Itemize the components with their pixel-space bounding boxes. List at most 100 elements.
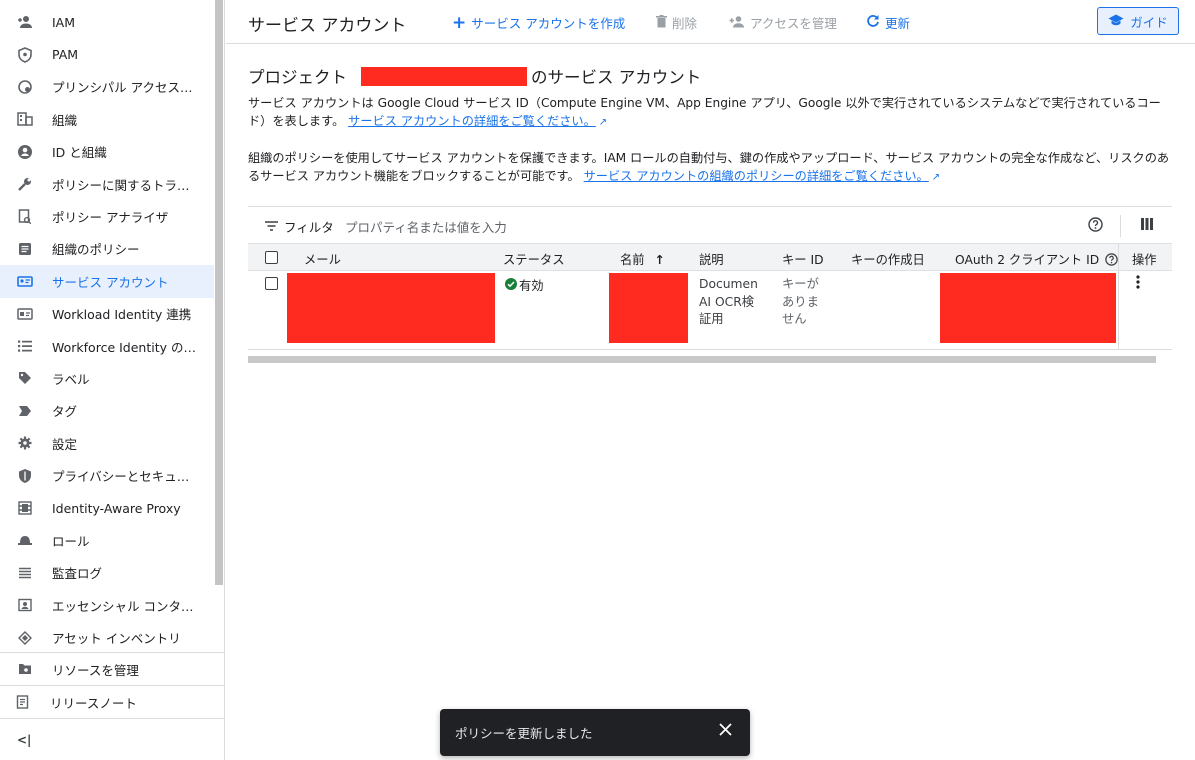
sidebar-item-workload-identity[interactable]: Workload Identity 連携 xyxy=(0,298,214,330)
sidebar-item-policy-analyzer[interactable]: ポリシー アナライザ xyxy=(0,200,214,232)
filter-input[interactable]: プロパティ名または値を入力 xyxy=(345,217,507,236)
page-title: サービス アカウント xyxy=(248,16,407,36)
sidebar-item-label: ポリシー アナライザ xyxy=(52,210,169,226)
create-service-account-button[interactable]: + サービス アカウントを作成 xyxy=(452,13,625,32)
delete-label: 削除 xyxy=(672,16,698,31)
table-header: メール ステータス 名前 ↑ 説明 キー ID キーの作成日 OAuth 2 ク… xyxy=(248,243,1172,271)
manage-access-label: アクセスを管理 xyxy=(750,16,837,31)
column-header-key-id[interactable]: キー ID xyxy=(782,250,824,268)
sidebar-item-id-and-org[interactable]: ID と組織 xyxy=(0,136,214,168)
sidebar-item-label: ロール xyxy=(52,533,90,549)
manage-resources-link[interactable]: リソースを管理 xyxy=(0,652,224,685)
column-header-email[interactable]: メール xyxy=(304,250,341,268)
page-header: サービス アカウント + サービス アカウントを作成 削除 アクセスを管理 更新… xyxy=(226,0,1195,44)
key-id-line: キーが xyxy=(782,277,819,291)
release-notes-link[interactable]: リリースノート xyxy=(0,685,224,718)
sidebar-item-roles[interactable]: ロール xyxy=(0,524,214,556)
trash-icon xyxy=(656,14,667,31)
close-icon[interactable] xyxy=(719,723,732,740)
service-account-details-link[interactable]: サービス アカウントの詳細をご覧ください。 xyxy=(348,114,596,128)
sidebar-item-essential-contacts[interactable]: エッセンシャル コンタ… xyxy=(0,589,214,621)
org-policy-details-link[interactable]: サービス アカウントの組織のポリシーの詳細をご覧ください。 xyxy=(584,169,929,183)
sidebar-item-identity-aware-proxy[interactable]: Identity-Aware Proxy xyxy=(0,492,214,524)
id-card-icon xyxy=(17,306,33,322)
refresh-label: 更新 xyxy=(885,16,911,31)
sidebar-item-label: ID と組織 xyxy=(52,145,107,161)
policy-analyzer-icon xyxy=(17,208,33,225)
sidebar-item-label: サービス アカウント xyxy=(52,274,169,290)
help-icon[interactable] xyxy=(1088,217,1103,236)
label-icon xyxy=(17,370,33,386)
shield-icon xyxy=(17,46,33,63)
wrench-icon xyxy=(17,176,33,192)
sidebar-item-label: PAM xyxy=(52,47,79,63)
sidebar-item-organization[interactable]: 組織 xyxy=(0,103,214,135)
principal-access-icon xyxy=(17,79,33,95)
column-header-key-created[interactable]: キーの作成日 xyxy=(851,250,925,268)
description-paragraph: サービス アカウントは Google Cloud サービス ID（Compute… xyxy=(248,94,1172,132)
building-icon xyxy=(17,111,33,127)
sidebar-scrollbar[interactable] xyxy=(215,0,223,585)
sidebar-item-workforce-identity[interactable]: Workforce Identity の連… xyxy=(0,330,214,362)
sidebar-item-label: 設定 xyxy=(52,436,78,452)
help-icon[interactable] xyxy=(1105,253,1118,269)
refresh-button[interactable]: 更新 xyxy=(866,13,910,32)
redacted-email[interactable] xyxy=(287,273,495,343)
table-horizontal-scrollbar[interactable] xyxy=(248,356,1156,363)
sidebar-item-pam[interactable]: PAM xyxy=(0,38,214,70)
sidebar-item-policy-troubleshooter[interactable]: ポリシーに関するトラ… xyxy=(0,168,214,200)
proxy-icon xyxy=(17,500,33,516)
snackbar-message: ポリシーを更新しました xyxy=(455,726,593,741)
select-all-checkbox[interactable] xyxy=(265,251,278,264)
sidebar-item-iam[interactable]: IAM xyxy=(0,6,214,38)
sidebar-item-label: IAM xyxy=(52,14,76,30)
column-header-oauth-label: OAuth 2 クライアント ID xyxy=(955,253,1100,267)
row-checkbox[interactable] xyxy=(265,277,278,290)
guide-button[interactable]: ガイド xyxy=(1097,7,1179,35)
key-id-line: ありま xyxy=(782,294,819,309)
person-add-icon xyxy=(729,15,745,31)
sidebar-item-labels[interactable]: ラベル xyxy=(0,362,214,394)
column-header-status[interactable]: ステータス xyxy=(503,250,565,268)
description-line: Documen xyxy=(699,277,758,291)
refresh-icon xyxy=(866,14,880,31)
sidebar-item-asset-inventory[interactable]: アセット インベントリ xyxy=(0,621,214,652)
section-title-suffix: のサービス アカウント xyxy=(531,68,702,87)
manage-access-button[interactable]: アクセスを管理 xyxy=(729,13,837,32)
column-header-name[interactable]: 名前 ↑ xyxy=(620,250,665,268)
filter-button[interactable]: フィルタ xyxy=(265,217,334,236)
manage-resources-label: リソースを管理 xyxy=(52,662,139,678)
section-title-prefix: プロジェクト xyxy=(248,68,347,87)
main-content: プロジェクト のサービス アカウント サービス アカウントは Google Cl… xyxy=(248,64,1172,187)
sidebar-nav: IAM PAM プリンシパル アクセス… 組織 ID と組織 ポリシーに関するト… xyxy=(0,0,214,652)
org-policy-paragraph: 組織のポリシーを使用してサービス アカウントを保護できます。IAM ロールの自動… xyxy=(248,149,1172,187)
role-hat-icon xyxy=(17,532,33,548)
folder-settings-icon xyxy=(17,661,33,677)
sidebar-item-privacy-security[interactable]: プライバシーとセキュ… xyxy=(0,459,214,491)
sidebar-item-label: ラベル xyxy=(52,371,90,387)
filter-bar: フィルタ プロパティ名または値を入力 xyxy=(248,206,1172,243)
sidebar-item-label: アセット インベントリ xyxy=(52,631,181,647)
tag-icon xyxy=(17,403,33,419)
account-circle-icon xyxy=(17,144,33,160)
column-divider xyxy=(1118,244,1119,271)
delete-button[interactable]: 削除 xyxy=(656,13,697,32)
sidebar-item-service-accounts[interactable]: サービス アカウント xyxy=(0,265,214,298)
external-link-icon: ↗ xyxy=(598,117,608,128)
sidebar-item-tags[interactable]: タグ xyxy=(0,395,214,427)
sidebar-item-label: プリンシパル アクセス… xyxy=(52,80,193,96)
release-notes-label: リリースノート xyxy=(50,695,137,711)
sidebar-item-label: Workload Identity 連携 xyxy=(52,307,192,323)
column-header-oauth-client-id[interactable]: OAuth 2 クライアント ID xyxy=(955,250,1118,269)
column-header-name-label: 名前 xyxy=(620,253,645,267)
column-display-icon[interactable] xyxy=(1141,218,1153,234)
collapse-sidebar-button[interactable]: <| xyxy=(0,718,224,760)
sidebar-item-settings[interactable]: 設定 xyxy=(0,427,214,459)
column-header-description[interactable]: 説明 xyxy=(699,250,724,268)
sidebar-item-audit-logs[interactable]: 監査ログ xyxy=(0,557,214,589)
sidebar-item-org-policies[interactable]: 組織のポリシー xyxy=(0,233,214,265)
more-vert-icon[interactable] xyxy=(1136,274,1140,293)
service-accounts-table: メール ステータス 名前 ↑ 説明 キー ID キーの作成日 OAuth 2 ク… xyxy=(248,243,1172,350)
sidebar-item-principal-access[interactable]: プリンシパル アクセス… xyxy=(0,71,214,103)
sidebar: IAM PAM プリンシパル アクセス… 組織 ID と組織 ポリシーに関するト… xyxy=(0,0,225,760)
